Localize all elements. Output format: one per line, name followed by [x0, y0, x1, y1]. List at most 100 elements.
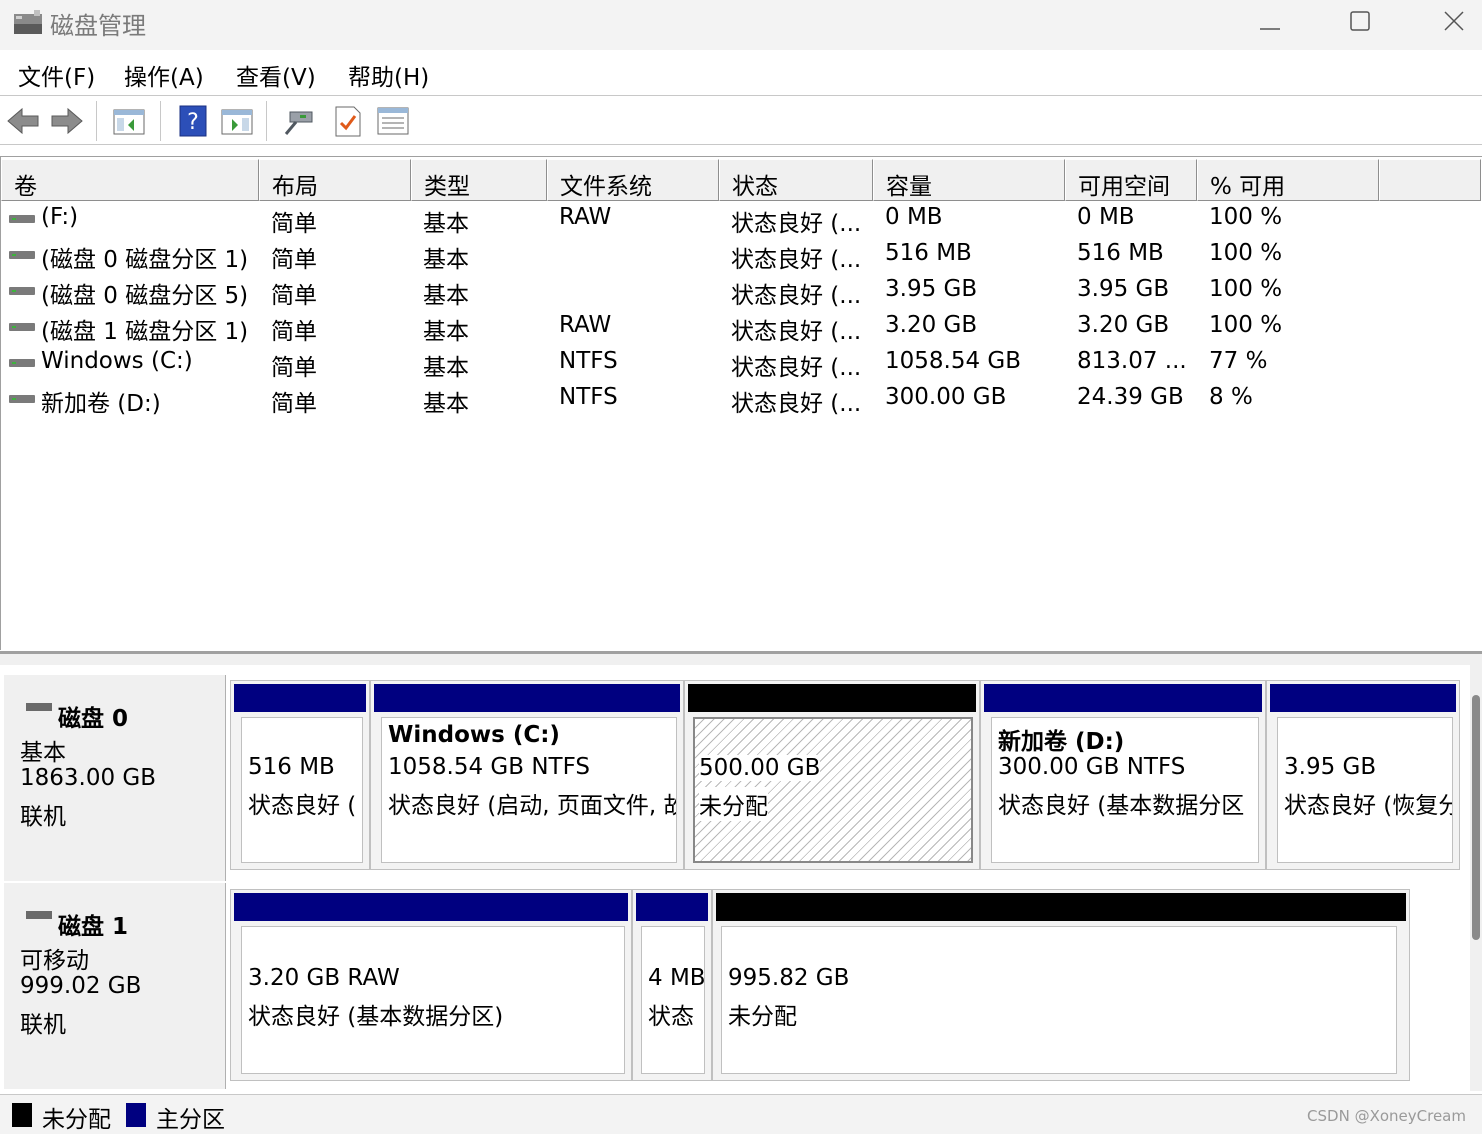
close-icon: [1444, 11, 1464, 31]
legend-label-primary: 主分区: [156, 1107, 225, 1133]
menu-help[interactable]: 帮助(H): [348, 58, 429, 92]
cell-filesystem: NTFS: [559, 348, 618, 374]
cell-free-space: 0 MB: [1077, 204, 1135, 230]
properties-icon[interactable]: [376, 104, 410, 138]
cell-type: 基本: [423, 211, 469, 237]
partition-status: 状态良好 (基本数据分区): [248, 1004, 504, 1030]
cell-percent-free: 100 %: [1209, 240, 1283, 266]
cell-layout: 简单: [271, 211, 317, 237]
cell-percent-free: 100 %: [1209, 204, 1283, 230]
partition-block[interactable]: 3.20 GB RAW 状态良好 (基本数据分区): [230, 889, 632, 1081]
cell-type: 基本: [423, 319, 469, 345]
back-icon[interactable]: [6, 104, 40, 138]
partition-size: 1058.54 GB NTFS: [388, 754, 591, 780]
cell-status: 状态良好 (...: [731, 391, 862, 417]
menu-view[interactable]: 查看(V): [236, 58, 316, 92]
help-icon[interactable]: ?: [176, 104, 210, 138]
minimize-button[interactable]: [1224, 0, 1316, 42]
cell-layout: 简单: [271, 283, 317, 309]
disk-name: 磁盘 0: [58, 706, 129, 732]
partition-size: 516 MB: [248, 754, 335, 780]
vertical-scrollbar[interactable]: [1470, 665, 1482, 1091]
disk-1-label[interactable]: 磁盘 1 可移动 999.02 GB 联机: [4, 883, 226, 1089]
col-header-free-space[interactable]: 可用空间: [1065, 159, 1197, 201]
maximize-button[interactable]: [1314, 0, 1406, 42]
toolbar: ?: [0, 97, 1482, 145]
legend-label-unallocated: 未分配: [42, 1107, 111, 1133]
volume-list: 卷 布局 类型 文件系统 状态 容量 可用空间 % 可用 (F:) 简单 基本 …: [0, 156, 1482, 650]
partition-status: 状态良好 (恢复分: [1284, 793, 1453, 819]
col-header-layout[interactable]: 布局: [259, 159, 411, 201]
table-row[interactable]: (磁盘 0 磁盘分区 5) 简单 基本 状态良好 (... 3.95 GB 3.…: [1, 273, 1481, 309]
col-header-filesystem[interactable]: 文件系统: [547, 159, 719, 201]
cell-layout: 简单: [271, 319, 317, 345]
disk-state: 联机: [20, 1012, 66, 1038]
partition-block[interactable]: 3.95 GB 状态良好 (恢复分: [1266, 680, 1460, 870]
col-header-capacity[interactable]: 容量: [873, 159, 1065, 201]
partition-block[interactable]: Windows (C:) 1058.54 GB NTFS 状态良好 (启动, 页…: [370, 680, 684, 870]
forward-icon[interactable]: [50, 104, 84, 138]
cell-percent-free: 100 %: [1209, 276, 1283, 302]
cell-capacity: 0 MB: [885, 204, 943, 230]
cell-filesystem: NTFS: [559, 384, 618, 410]
cell-type: 基本: [423, 355, 469, 381]
connect-icon[interactable]: [282, 104, 316, 138]
col-header-type[interactable]: 类型: [411, 159, 547, 201]
close-button[interactable]: [1408, 0, 1482, 42]
partition-body: Windows (C:) 1058.54 GB NTFS 状态良好 (启动, 页…: [381, 717, 677, 863]
col-header-percent-free[interactable]: % 可用: [1197, 159, 1379, 201]
cell-volume: (F:): [41, 204, 79, 230]
menu-action[interactable]: 操作(A): [124, 58, 204, 92]
cell-status: 状态良好 (...: [731, 319, 862, 345]
cell-volume: (磁盘 1 磁盘分区 1): [41, 319, 249, 345]
menu-bar: 文件(F) 操作(A) 查看(V) 帮助(H): [0, 50, 1482, 96]
cell-capacity: 1058.54 GB: [885, 348, 1022, 374]
disk-0-label[interactable]: 磁盘 0 基本 1863.00 GB 联机: [4, 675, 226, 881]
legend-swatch-unallocated: [12, 1103, 32, 1127]
partition-unallocated-bar: [688, 684, 976, 712]
scrollbar-thumb[interactable]: [1472, 695, 1480, 940]
console-tree-icon[interactable]: [112, 104, 146, 138]
partition-primary-bar: [234, 684, 366, 712]
partition-primary-bar: [636, 893, 708, 921]
drive-icon: [9, 251, 35, 259]
partition-status: 状态良好 (: [248, 793, 357, 819]
partition-unallocated-bar: [716, 893, 1406, 921]
action-pane-icon[interactable]: [220, 104, 254, 138]
cell-status: 状态良好 (...: [731, 355, 862, 381]
cell-capacity: 300.00 GB: [885, 384, 1007, 410]
partition-block[interactable]: 4 MB 状态: [632, 889, 712, 1081]
disk-kind: 可移动: [20, 948, 89, 974]
partition-title: 新加卷 (D:): [998, 729, 1125, 755]
cell-capacity: 3.20 GB: [885, 312, 978, 338]
cell-percent-free: 77 %: [1209, 348, 1268, 374]
menu-file[interactable]: 文件(F): [18, 58, 95, 92]
partition-status: 状态: [648, 1004, 694, 1030]
drive-icon: [9, 323, 35, 331]
table-row[interactable]: Windows (C:) 简单 基本 NTFS 状态良好 (... 1058.5…: [1, 345, 1481, 381]
window-title: 磁盘管理: [50, 12, 146, 40]
table-row[interactable]: (磁盘 1 磁盘分区 1) 简单 基本 RAW 状态良好 (... 3.20 G…: [1, 309, 1481, 345]
partition-body: 新加卷 (D:) 300.00 GB NTFS 状态良好 (基本数据分区: [991, 717, 1259, 863]
partition-block[interactable]: 516 MB 状态良好 (: [230, 680, 370, 870]
checklist-icon[interactable]: [330, 104, 364, 138]
partition-primary-bar: [984, 684, 1262, 712]
cell-status: 状态良好 (...: [731, 211, 862, 237]
legend-swatch-primary: [126, 1103, 146, 1127]
partition-body: 3.95 GB 状态良好 (恢复分: [1277, 717, 1453, 863]
pane-splitter[interactable]: [0, 651, 1482, 665]
table-row[interactable]: (F:) 简单 基本 RAW 状态良好 (... 0 MB 0 MB 100 %: [1, 201, 1481, 237]
drive-icon: [9, 215, 35, 223]
cell-layout: 简单: [271, 355, 317, 381]
disk-size: 1863.00 GB: [20, 765, 157, 791]
partition-block[interactable]: 500.00 GB 未分配: [684, 680, 980, 870]
partition-title: Windows (C:): [388, 722, 560, 748]
table-row[interactable]: 新加卷 (D:) 简单 基本 NTFS 状态良好 (... 300.00 GB …: [1, 381, 1481, 417]
disk-icon: [26, 911, 52, 919]
col-header-volume[interactable]: 卷: [1, 159, 259, 201]
cell-free-space: 3.95 GB: [1077, 276, 1170, 302]
table-row[interactable]: (磁盘 0 磁盘分区 1) 简单 基本 状态良好 (... 516 MB 516…: [1, 237, 1481, 273]
partition-block[interactable]: 995.82 GB 未分配: [712, 889, 1410, 1081]
partition-block[interactable]: 新加卷 (D:) 300.00 GB NTFS 状态良好 (基本数据分区: [980, 680, 1266, 870]
col-header-status[interactable]: 状态: [719, 159, 873, 201]
